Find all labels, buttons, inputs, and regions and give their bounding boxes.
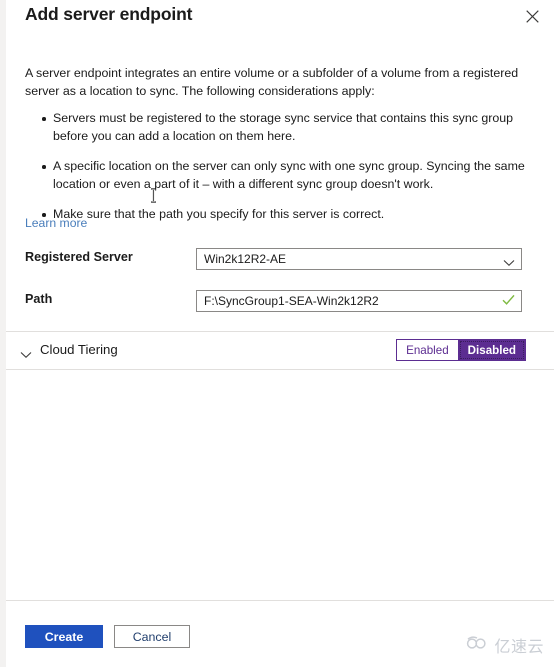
intro-paragraph: A server endpoint integrates an entire v…	[25, 66, 519, 98]
considerations-list: Servers must be registered to the storag…	[25, 110, 525, 237]
list-item: Make sure that the path you specify for …	[25, 206, 525, 224]
cloud-tiering-enabled-option[interactable]: Enabled	[396, 339, 458, 361]
registered-server-label: Registered Server	[25, 250, 133, 264]
path-label: Path	[25, 292, 53, 306]
blade-footer: Create Cancel	[6, 600, 554, 667]
cloud-tiering-title: Cloud Tiering	[40, 342, 118, 357]
add-server-endpoint-blade: Add server endpoint A server endpoint in…	[6, 0, 554, 667]
close-icon	[525, 9, 539, 23]
path-value: F:\SyncGroup1-SEA-Win2k12R2	[204, 294, 379, 308]
path-row: Path F:\SyncGroup1-SEA-Win2k12R2	[6, 290, 554, 312]
registered-server-dropdown[interactable]: Win2k12R2-AE	[196, 248, 522, 270]
blade-header: Add server endpoint	[6, 0, 554, 40]
cloud-tiering-section: Cloud Tiering Enabled Disabled	[6, 332, 554, 369]
learn-more-link[interactable]: Learn more	[25, 216, 87, 230]
path-input[interactable]: F:\SyncGroup1-SEA-Win2k12R2	[196, 290, 522, 312]
cloud-tiering-disabled-option[interactable]: Disabled	[457, 339, 526, 361]
registered-server-value: Win2k12R2-AE	[204, 252, 287, 266]
close-button[interactable]	[518, 3, 546, 29]
cancel-button[interactable]: Cancel	[114, 625, 190, 648]
chevron-down-icon	[503, 254, 515, 272]
list-item: A specific location on the server can on…	[25, 158, 525, 193]
create-button[interactable]: Create	[25, 625, 103, 648]
chevron-down-icon[interactable]	[20, 346, 32, 364]
checkmark-icon	[502, 294, 515, 309]
blade-body: A server endpoint integrates an entire v…	[6, 40, 554, 600]
cloud-tiering-toggle: Enabled Disabled	[396, 339, 526, 361]
list-item: Servers must be registered to the storag…	[25, 110, 525, 145]
registered-server-row: Registered Server Win2k12R2-AE	[6, 248, 554, 270]
page-title: Add server endpoint	[25, 4, 193, 24]
section-divider-bottom	[6, 369, 554, 370]
